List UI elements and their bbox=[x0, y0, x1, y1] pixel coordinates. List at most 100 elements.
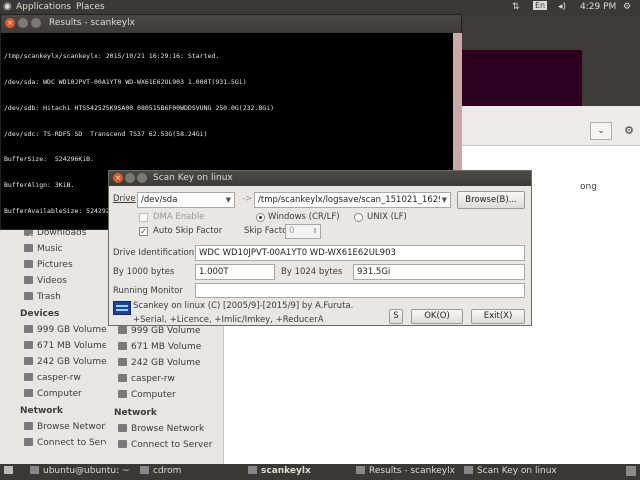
by1000-field[interactable]: 1.000T bbox=[195, 264, 275, 280]
terminal-line: /dev/sda: WDC WD10JPVT-00A1YT0 WD-WX61E6… bbox=[4, 77, 247, 86]
trash-icon bbox=[24, 292, 33, 300]
spinner-arrows-icon: ⇕ bbox=[312, 227, 318, 235]
dialog-titlebar: × Scan Key on linux bbox=[109, 171, 531, 186]
taskbar-item-scan-key[interactable]: Scan Key on linux bbox=[464, 466, 557, 476]
chevron-down-icon[interactable]: ⌄ bbox=[590, 122, 612, 140]
network-arrows-icon[interactable]: ⇅ bbox=[512, 2, 520, 12]
sidebar-item-browse-network[interactable]: Browse Network bbox=[24, 422, 110, 437]
sidebar2-item-connect-server[interactable]: Connect to Server bbox=[118, 440, 212, 455]
drive-icon bbox=[118, 358, 127, 366]
by1000-label: By 1000 bytes bbox=[113, 267, 175, 277]
sidebar-item-671mb[interactable]: 671 MB Volume bbox=[24, 341, 107, 356]
bottom-taskbar: ubuntu@ubuntu: ~ cdrom scankeylx Results… bbox=[0, 464, 640, 480]
close-icon[interactable]: × bbox=[113, 173, 123, 183]
taskbar-item-results[interactable]: Results - scankeylx bbox=[356, 466, 455, 476]
taskbar-item-terminal[interactable]: ubuntu@ubuntu: ~ bbox=[30, 466, 130, 476]
drive-icon bbox=[24, 357, 33, 365]
volume-icon[interactable]: ◂) bbox=[558, 2, 566, 12]
terminal-titlebar: × Results - scankeylx bbox=[1, 15, 461, 33]
sidebar2-item-671mb[interactable]: 671 MB Volume bbox=[118, 342, 201, 357]
drive-id-field[interactable]: WDC WD10JPVT-00A1YT0 WD-WX61E62UL903 bbox=[195, 245, 525, 261]
ok-button[interactable]: OK(O) bbox=[411, 309, 463, 324]
sidebar-item-242gb[interactable]: 242 GB Volume bbox=[24, 357, 107, 372]
applications-menu[interactable]: Applications bbox=[16, 2, 71, 12]
server-icon bbox=[24, 438, 33, 446]
dma-enable-checkbox[interactable] bbox=[139, 213, 148, 222]
background-window-header bbox=[462, 20, 582, 50]
gear-icon[interactable]: ⚙ bbox=[620, 122, 638, 140]
minimize-icon[interactable] bbox=[18, 18, 28, 28]
terminal-icon bbox=[356, 466, 365, 474]
dma-enable-label: DMA Enable bbox=[153, 212, 205, 222]
drive-label: Drive bbox=[113, 194, 136, 204]
sidebar-item-trash[interactable]: Trash bbox=[24, 292, 61, 307]
terminal-line: /dev/sdb: Hitachi HTS542525K9SA00 080515… bbox=[4, 103, 275, 112]
s-button[interactable]: S bbox=[389, 309, 403, 324]
sidebar-item-999gb[interactable]: 999 GB Volume bbox=[24, 325, 107, 340]
sidebar2-item-999gb[interactable]: 999 GB Volume bbox=[118, 326, 201, 341]
exit-button[interactable]: Exit(X) bbox=[471, 309, 525, 324]
power-gear-icon[interactable]: ⚙ bbox=[623, 2, 631, 12]
drive-icon bbox=[118, 342, 127, 350]
auto-skip-checkbox[interactable]: ✓ bbox=[139, 227, 148, 236]
minimize-icon[interactable] bbox=[125, 173, 135, 183]
drive-icon bbox=[118, 374, 127, 382]
unix-radio-label: UNIX (LF) bbox=[367, 212, 407, 222]
places-menu[interactable]: Places bbox=[76, 2, 105, 12]
partial-text: ong bbox=[580, 182, 597, 192]
sidebar2-item-computer[interactable]: Computer bbox=[118, 390, 176, 405]
by1024-field[interactable]: 931.5Gi bbox=[353, 264, 525, 280]
copyright-text: Scankey on linux (C) [2005/9]-[2015/9] b… bbox=[133, 301, 354, 311]
sidebar-item-casper-rw[interactable]: casper-rw bbox=[24, 373, 81, 388]
close-icon[interactable]: × bbox=[5, 18, 15, 28]
sidebar-item-connect-server[interactable]: Connect to Server bbox=[24, 438, 118, 453]
scankey-app-icon bbox=[113, 301, 131, 315]
folder-icon bbox=[248, 466, 257, 474]
unix-radio[interactable] bbox=[354, 213, 363, 222]
sidebar-item-computer[interactable]: Computer bbox=[24, 389, 82, 404]
terminal-line: /tmp/scankeylx/scankeylx: 2015/10/21 16:… bbox=[4, 52, 220, 61]
terminal-title: Results - scankeylx bbox=[49, 18, 135, 28]
folder-icon bbox=[140, 466, 149, 474]
network-header-2: Network bbox=[114, 408, 157, 418]
windows-radio-label: Windows (CR/LF) bbox=[268, 212, 340, 222]
terminal-line: BufferSize: 524296KiB. bbox=[4, 155, 95, 164]
sidebar2-item-242gb[interactable]: 242 GB Volume bbox=[118, 358, 201, 373]
dialog-title: Scan Key on linux bbox=[153, 173, 233, 183]
running-monitor-label: Running Monitor bbox=[113, 286, 183, 296]
maximize-icon[interactable] bbox=[137, 173, 147, 183]
network-header: Network bbox=[20, 406, 63, 416]
windows-radio[interactable] bbox=[256, 213, 265, 222]
keyboard-indicator[interactable]: En bbox=[533, 1, 548, 10]
skip-factor-label: Skip Factor bbox=[244, 226, 291, 236]
drive-select[interactable]: /dev/sda ▼ bbox=[137, 192, 235, 208]
devices-header: Devices bbox=[20, 309, 60, 319]
clock[interactable]: 4:29 PM bbox=[580, 2, 616, 12]
network-icon bbox=[24, 422, 33, 430]
computer-icon bbox=[118, 390, 127, 398]
scan-key-dialog: × Scan Key on linux Drive /dev/sda ▼ -> … bbox=[108, 170, 532, 326]
log-path-select[interactable]: /tmp/scankeylx/logsave/scan_151021_1629 … bbox=[254, 192, 451, 208]
network-icon bbox=[118, 424, 127, 432]
drive-icon bbox=[24, 341, 33, 349]
sidebar2-item-browse-network[interactable]: Browse Network bbox=[118, 424, 204, 439]
terminal-line: /dev/sdc: TS-RDF5 SD Transcend TS37 62.5… bbox=[4, 129, 208, 138]
drive-icon bbox=[24, 325, 33, 333]
taskbar-item-cdrom[interactable]: cdrom bbox=[140, 466, 181, 476]
running-monitor-field bbox=[195, 283, 525, 298]
browse-button[interactable]: Browse(B)... bbox=[457, 191, 525, 209]
show-desktop-icon[interactable] bbox=[4, 466, 17, 476]
computer-icon bbox=[24, 389, 33, 397]
ubuntu-logo-icon[interactable]: ◉ bbox=[3, 1, 12, 12]
dropdown-arrow-icon: ▼ bbox=[439, 193, 447, 207]
auto-skip-label: Auto Skip Factor bbox=[153, 226, 223, 236]
credits-text: +Serial, +Licence, +Imlic/Imkey, +Reduce… bbox=[133, 315, 324, 325]
drive-icon bbox=[118, 326, 127, 334]
taskbar-item-scankeylx[interactable]: scankeylx bbox=[248, 466, 311, 476]
sidebar2-item-casper-rw[interactable]: casper-rw bbox=[118, 374, 175, 389]
skip-factor-spinner[interactable]: 0 ⇕ bbox=[285, 224, 321, 239]
dropdown-arrow-icon: ▼ bbox=[225, 196, 231, 204]
drive-icon bbox=[24, 373, 33, 381]
workspace-switcher[interactable] bbox=[626, 466, 636, 476]
maximize-icon[interactable] bbox=[31, 18, 41, 28]
